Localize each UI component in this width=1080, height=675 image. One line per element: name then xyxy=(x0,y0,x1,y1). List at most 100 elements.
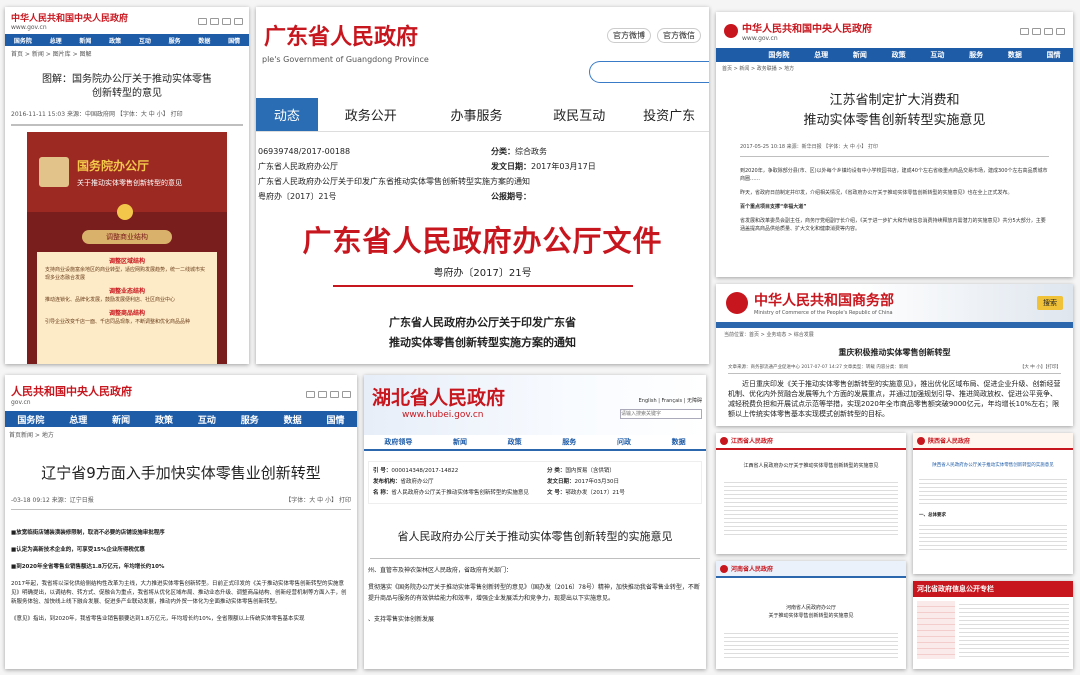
article-paragraph: 昨天，省政府日前制定并印发，介绍相关情况，《省政府办公厅关于推动实体零售创新转型… xyxy=(740,190,1013,196)
nav-item[interactable]: 数据 xyxy=(1005,50,1025,60)
nav-item[interactable]: 新闻 xyxy=(76,36,94,45)
org-label: 发布机构： xyxy=(373,479,401,485)
nav-item[interactable]: 办事服务 xyxy=(424,105,530,124)
nav-item[interactable]: 投资广东 xyxy=(629,105,709,124)
section-title: 调整区域结构 xyxy=(108,258,145,265)
mail-icon[interactable] xyxy=(1020,27,1029,35)
nav-item[interactable]: 国务院 xyxy=(11,36,35,45)
main-nav: 国务院 总理 新闻 政策 互动 服务 数据 国情 xyxy=(716,48,1073,62)
breadcrumb[interactable]: 首页 > 新闻 > 图片库 > 图解 xyxy=(5,46,249,61)
search-box[interactable] xyxy=(589,61,709,83)
highlight-bullet: ■放宽临街店铺装潢装修限制，取消不必要的店铺设施审批程序 xyxy=(11,530,165,536)
nav-item[interactable]: 国务院 xyxy=(765,50,792,60)
nav-item[interactable]: 问政 xyxy=(617,437,631,447)
poster-title: 国务院办公厅 xyxy=(77,158,150,173)
search-input[interactable] xyxy=(620,409,702,419)
breadcrumb[interactable]: 首页新闻 > 地方 xyxy=(5,427,357,442)
section-title: 调整商品结构 xyxy=(108,310,145,317)
wechat-link[interactable]: 官方微信 xyxy=(657,27,701,43)
nav-item[interactable]: 互动 xyxy=(927,50,947,60)
site-subtitle: Ministry of Commerce of the People's Rep… xyxy=(754,310,893,316)
emblem-icon xyxy=(720,564,728,573)
wechat-icon[interactable] xyxy=(330,391,339,398)
nav-item[interactable]: 互动 xyxy=(136,36,154,45)
article-headline: 江苏省制定扩大消费和 xyxy=(829,93,960,108)
nav-item[interactable]: 数据 xyxy=(195,36,213,45)
building-icon xyxy=(39,157,69,187)
nav-item[interactable]: 新闻 xyxy=(453,437,467,447)
article-headline: 河南省人民政府办公厅 xyxy=(785,605,836,611)
section-title: 调整业态结构 xyxy=(108,288,145,295)
english-icon[interactable] xyxy=(342,391,351,398)
screenshot-card-henan: 河南省人民政府 河南省人民政府办公厅 关于推动实体零售创新转型的实施意见 xyxy=(716,561,906,669)
font-size-controls[interactable]: 【大 中 小】【打印】 xyxy=(1020,364,1061,370)
nav-item[interactable]: 国情 xyxy=(1044,50,1064,60)
nav-item[interactable]: 总理 xyxy=(66,413,90,426)
mail-icon[interactable] xyxy=(198,17,207,25)
nav-item[interactable]: 服务 xyxy=(966,50,986,60)
breadcrumb[interactable]: 首页 > 新闻 > 政务联播 > 地方 xyxy=(716,62,1073,75)
english-icon[interactable] xyxy=(234,17,243,25)
nav-item[interactable]: 服务 xyxy=(166,36,184,45)
doc-section-heading: 、支持零售实体创新发展 xyxy=(368,616,435,623)
site-title[interactable]: 中华人民共和国中央人民政府 xyxy=(742,20,872,35)
doc-banner-rule xyxy=(332,285,633,287)
site-title[interactable]: 江西省人民政府 xyxy=(731,436,773,445)
notice-title-cont: 推动实体零售创新转型实施方案的通知 xyxy=(389,336,576,349)
nav-item[interactable]: 政民互动 xyxy=(529,105,629,124)
nav-item[interactable]: 政策 xyxy=(508,437,522,447)
nav-item[interactable]: 新闻 xyxy=(109,413,133,426)
site-title[interactable]: 河北省政府信息公开专栏 xyxy=(917,584,1069,594)
publication-label: 公报期号： xyxy=(491,192,531,201)
weibo-icon[interactable] xyxy=(1032,27,1041,35)
doc-title-meta: 广东省人民政府办公厅关于印发广东省推动实体零售创新转型实施方案的通知 xyxy=(258,177,530,186)
date-label: 发文日期： xyxy=(547,479,575,485)
site-url: gov.cn xyxy=(11,399,31,406)
site-title[interactable]: 河南省人民政府 xyxy=(731,564,773,573)
wechat-icon[interactable] xyxy=(1044,27,1053,35)
nav-item[interactable]: 国情 xyxy=(324,413,348,426)
screenshot-card-jiangxi: 江西省人民政府 江西省人民政府办公厅关于推动实体零售创新转型的实施意见 xyxy=(716,433,906,554)
nav-item[interactable]: 总理 xyxy=(811,50,831,60)
nav-item[interactable]: 数据 xyxy=(672,437,686,447)
weibo-icon[interactable] xyxy=(210,17,219,25)
sidebar-block xyxy=(917,601,955,659)
search-button[interactable]: 搜索 xyxy=(1037,296,1063,310)
nav-item[interactable]: 服务 xyxy=(238,413,262,426)
weibo-icon[interactable] xyxy=(318,391,327,398)
nav-item[interactable]: 数据 xyxy=(281,413,305,426)
article-headline-cont: 关于推动实体零售创新转型的实施意见 xyxy=(768,613,854,619)
font-size-controls[interactable]: 【字体：大 中 小】 打印 xyxy=(285,495,351,504)
site-title[interactable]: 中华人民共和国商务部 xyxy=(754,290,894,310)
breadcrumb[interactable]: 当前位置：首页 > 业务动态 > 综合发展 xyxy=(716,328,1073,341)
article-headline-cont: 推动实体零售创新转型实施意见 xyxy=(803,113,986,128)
wechat-icon[interactable] xyxy=(222,17,231,25)
site-title[interactable]: 陕西省人民政府 xyxy=(928,436,970,445)
nav-item[interactable]: 国务院 xyxy=(14,413,47,426)
nav-item[interactable]: 服务 xyxy=(562,437,576,447)
nav-item-active[interactable]: 动态 xyxy=(256,98,318,131)
mail-icon[interactable] xyxy=(306,391,315,398)
nav-item[interactable]: 政策 xyxy=(889,50,909,60)
site-title[interactable]: 人民共和国中央人民政府 xyxy=(11,383,132,399)
toolbar-icons[interactable] xyxy=(1020,27,1065,35)
site-title[interactable]: 中华人民共和国中央人民政府 xyxy=(11,11,128,24)
nav-item[interactable]: 政策 xyxy=(106,36,124,45)
weibo-link[interactable]: 官方微博 xyxy=(607,27,651,43)
nav-item[interactable]: 新闻 xyxy=(850,50,870,60)
nav-item[interactable]: 政务公开 xyxy=(318,105,424,124)
nav-item[interactable]: 国情 xyxy=(225,36,243,45)
main-nav: 政府领导 新闻 政策 服务 问政 数据 xyxy=(364,435,706,451)
doc-salutation: 州、直管市及神农架林区人民政府，省政府有关部门： xyxy=(368,567,513,574)
toolbar-icons[interactable] xyxy=(306,391,351,398)
date-label: 发文日期： xyxy=(491,162,531,171)
language-links[interactable]: English | Français | 无障碍 xyxy=(639,397,702,404)
toolbar-icons[interactable] xyxy=(198,17,243,25)
nav-item[interactable]: 互动 xyxy=(195,413,219,426)
nav-item[interactable]: 总理 xyxy=(47,36,65,45)
english-icon[interactable] xyxy=(1056,27,1065,35)
site-title[interactable]: 广东省人民政府 xyxy=(264,19,418,51)
nav-item[interactable]: 政府领导 xyxy=(384,437,412,447)
nav-item[interactable]: 政策 xyxy=(152,413,176,426)
highlight-bullet: ■到2020年全省零售业销售额达1.8万亿元，年均增长约10% xyxy=(11,564,165,570)
